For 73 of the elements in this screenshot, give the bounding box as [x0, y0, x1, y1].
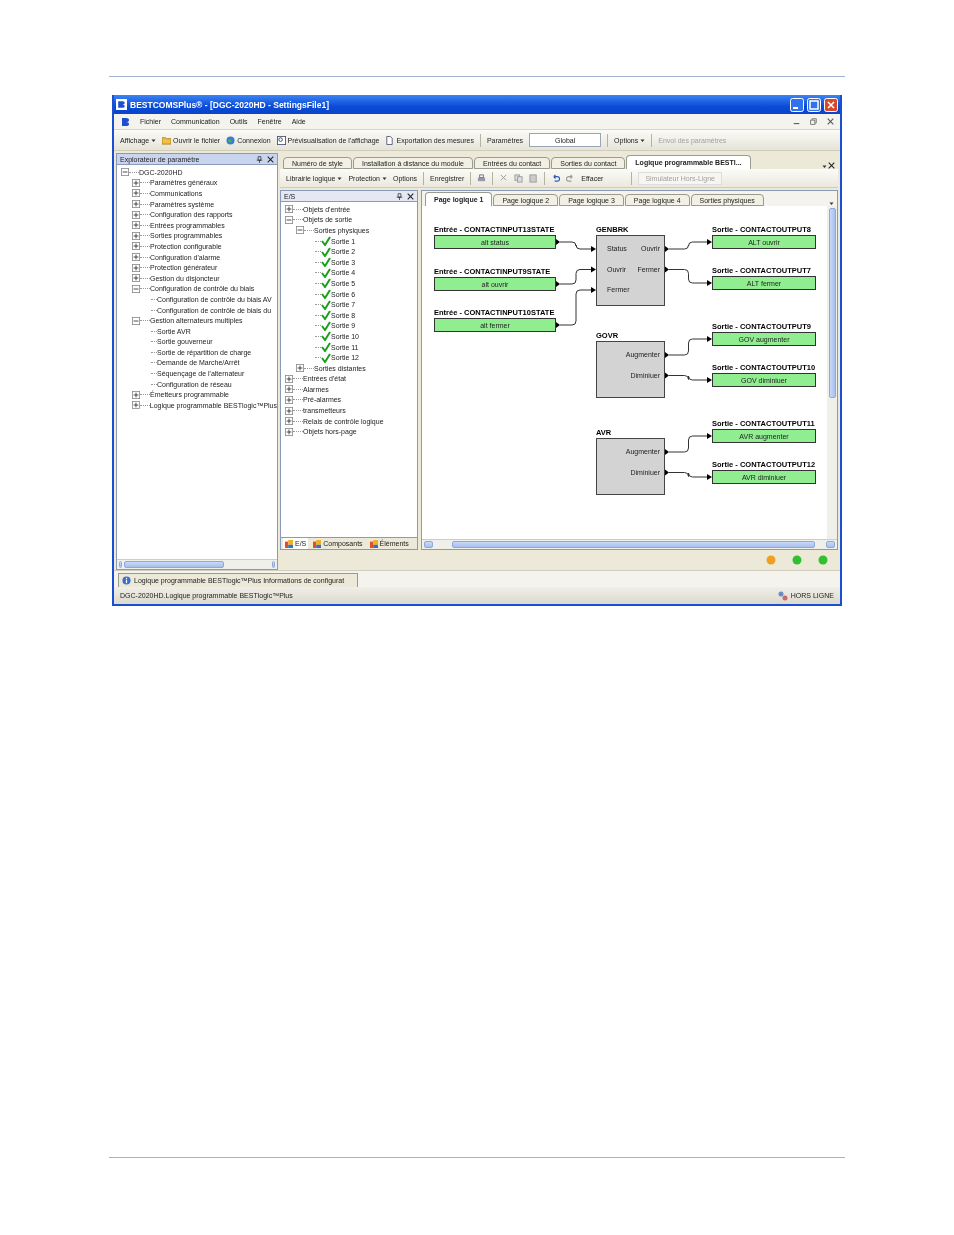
- connector: [665, 469, 712, 480]
- check-icon: [321, 352, 331, 363]
- expand-icon[interactable]: [285, 427, 293, 436]
- restore-icon[interactable]: [810, 118, 817, 125]
- app-icon: [116, 99, 127, 110]
- check-icon: [321, 278, 331, 289]
- check-icon: [321, 342, 331, 352]
- scrollbar[interactable]: [117, 559, 277, 569]
- expand-icon[interactable]: [132, 263, 140, 272]
- caret-icon: [151, 137, 157, 143]
- app-icon: [120, 116, 130, 127]
- globe-icon: [226, 135, 236, 145]
- expand-icon[interactable]: [132, 178, 140, 187]
- scrollbar[interactable]: [827, 206, 837, 539]
- connector: [665, 336, 712, 358]
- pin-icon[interactable]: [396, 192, 403, 200]
- grid-icon: [285, 539, 293, 548]
- preview-icon: [276, 135, 286, 145]
- expand-icon[interactable]: [132, 242, 140, 251]
- check-icon: [321, 299, 331, 310]
- maximize-icon[interactable]: [807, 97, 821, 112]
- check-icon: [321, 267, 331, 278]
- check-icon: [321, 236, 331, 247]
- collapse-icon[interactable]: [296, 226, 304, 235]
- check-icon: [321, 289, 331, 300]
- connector: [665, 433, 712, 455]
- caret-icon: [337, 175, 343, 181]
- close-icon[interactable]: [828, 162, 835, 169]
- document-icon: [385, 135, 395, 145]
- scrollbar[interactable]: [422, 539, 837, 549]
- close-icon[interactable]: [827, 118, 834, 125]
- grid-icon: [313, 539, 322, 548]
- close-icon[interactable]: [267, 155, 274, 163]
- grid-icon: [369, 539, 378, 548]
- connector: [665, 372, 712, 383]
- expand-icon[interactable]: [285, 417, 293, 426]
- expand-icon[interactable]: [132, 189, 140, 198]
- expand-icon[interactable]: [132, 401, 140, 410]
- undo-icon[interactable]: [551, 173, 561, 183]
- expand-icon[interactable]: [296, 364, 304, 373]
- collapse-icon[interactable]: [132, 284, 140, 293]
- info-icon: [122, 576, 131, 585]
- check-icon: [321, 257, 331, 268]
- minimize-icon[interactable]: [790, 97, 804, 112]
- expand-icon[interactable]: [285, 406, 293, 415]
- expand-icon[interactable]: [132, 253, 140, 262]
- close-icon[interactable]: [407, 192, 414, 200]
- check-icon: [321, 246, 331, 257]
- expand-icon[interactable]: [285, 385, 293, 394]
- window-title: BESTCOMSPlus® - [DGC-2020HD - SettingsFile1]: [130, 99, 330, 110]
- expand-icon[interactable]: [132, 274, 140, 283]
- print-icon[interactable]: [477, 173, 487, 183]
- expand-icon[interactable]: [132, 200, 140, 209]
- check-icon: [321, 310, 331, 321]
- expand-icon[interactable]: [285, 205, 293, 214]
- connector: [665, 239, 712, 252]
- pin-icon[interactable]: [256, 155, 263, 163]
- check-icon: [321, 331, 331, 342]
- collapse-icon[interactable]: [121, 168, 129, 177]
- expand-icon[interactable]: [132, 231, 140, 240]
- expand-icon[interactable]: [285, 374, 293, 383]
- expand-icon[interactable]: [285, 396, 293, 404]
- collapse-icon[interactable]: [132, 316, 140, 325]
- expand-icon[interactable]: [132, 390, 140, 399]
- connector: [665, 266, 712, 286]
- caret-icon: [381, 175, 387, 181]
- caret-icon: [640, 137, 646, 143]
- expand-icon[interactable]: [132, 210, 140, 219]
- expand-icon[interactable]: [132, 221, 140, 230]
- connector: [556, 239, 596, 252]
- folder-icon: [162, 135, 172, 145]
- collapse-icon[interactable]: [285, 215, 293, 224]
- check-icon: [321, 320, 331, 331]
